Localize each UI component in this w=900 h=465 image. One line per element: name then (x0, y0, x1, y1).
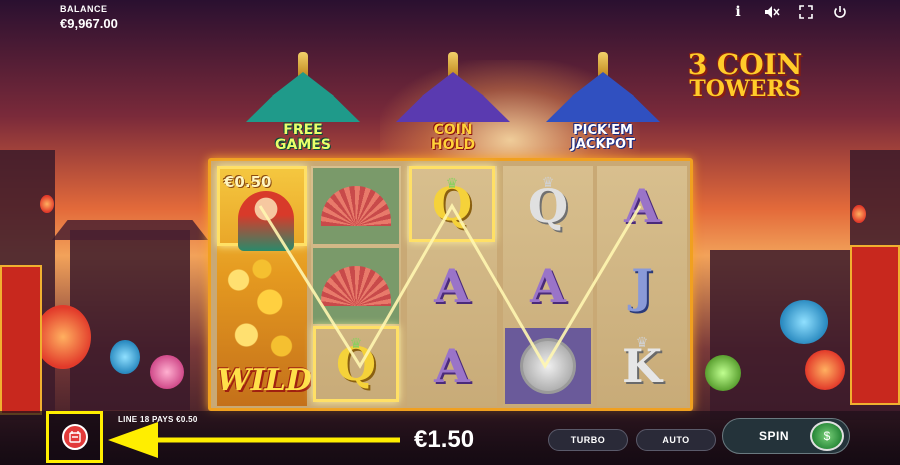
symbol-a: A (599, 168, 685, 244)
symbol-letter: A (530, 259, 566, 313)
symbol-q-silver: ♛ Q (505, 168, 591, 244)
symbol-a: A (409, 248, 495, 324)
symbol-silver-coin (505, 328, 591, 404)
lantern-icon (852, 205, 866, 223)
reel-2: ♛ Q (311, 166, 401, 406)
tower-roof-top (272, 72, 334, 96)
game-logo: 3 COIN TOWERS (680, 48, 810, 102)
symbol-fan (313, 248, 399, 324)
wild-label: WILD (217, 363, 312, 398)
tower-free-games: FREE GAMES (242, 52, 364, 162)
crown-icon: ♛ (541, 174, 555, 190)
reel-5: A J ♛ K (597, 166, 687, 406)
reel-grid: €0.50 WILD ♛ Q ♛ Q A A ♛ Q A A J ♛ K (208, 158, 693, 411)
background-pagoda-right (710, 250, 850, 420)
coin-icon (520, 338, 576, 394)
tower-plaque-pickem-jackpot: PICK'EM JACKPOT (564, 116, 642, 160)
auto-button[interactable]: AUTO (636, 429, 716, 451)
symbol-letter: J (631, 259, 653, 313)
fan-icon (321, 266, 391, 306)
win-amount: €1.50 (414, 426, 475, 453)
lantern-icon (35, 305, 91, 369)
tower-label-line2: HOLD (430, 137, 476, 153)
symbol-j: J (599, 248, 685, 324)
reel-3: ♛ Q A A (407, 166, 497, 406)
crown-icon: ♛ (635, 334, 649, 350)
reel-1-wild: €0.50 WILD (217, 166, 312, 406)
fan-icon (321, 186, 391, 226)
logo-line1: 3 COIN (687, 48, 803, 81)
banner-left (0, 265, 42, 415)
cash-stack-icon[interactable]: $ (810, 421, 844, 451)
banner-right (850, 245, 900, 405)
lantern-icon (150, 355, 184, 389)
crown-icon: ♛ (349, 335, 363, 351)
turbo-button[interactable]: TURBO (548, 429, 628, 451)
tower-roof-top (572, 72, 634, 96)
symbol-q-gold: ♛ Q (313, 326, 399, 402)
symbol-cash-god: €0.50 (217, 166, 307, 251)
symbol-a: A (409, 328, 495, 404)
lantern-icon (805, 350, 845, 390)
cash-god-figure (238, 191, 294, 251)
tower-coin-hold: COIN HOLD (392, 52, 514, 162)
tower-pickem-jackpot: PICK'EM JACKPOT (542, 52, 664, 162)
tower-plaque-free-games: FREE GAMES (264, 116, 342, 160)
symbol-letter: A (624, 179, 660, 233)
symbol-q-gold: ♛ Q (409, 166, 495, 242)
tower-label-line1: FREE (283, 122, 323, 139)
coin-stack-icon (61, 424, 88, 450)
balance-display: BALANCE €9,967.00 (60, 4, 118, 31)
logo-line2: TOWERS (689, 75, 801, 102)
symbol-k: ♛ K (599, 328, 685, 404)
background-pagoda-left-roof (52, 220, 208, 240)
lantern-icon (110, 340, 140, 374)
tower-label-line2: GAMES (275, 137, 331, 153)
lantern-icon (40, 195, 54, 213)
lantern-icon (705, 355, 741, 391)
power-icon[interactable] (830, 3, 850, 21)
balance-value: €9,967.00 (60, 16, 118, 31)
symbol-letter: A (434, 259, 470, 313)
top-toolbar: i (728, 3, 850, 21)
fullscreen-icon[interactable] (796, 3, 816, 21)
gold-coins-pile (223, 258, 301, 368)
line-win-info: LINE 18 PAYS €0.50 (118, 415, 198, 424)
cash-value-badge: €0.50 (224, 173, 272, 191)
symbol-fan (313, 168, 399, 244)
spin-label: SPIN (759, 429, 790, 443)
sound-muted-icon[interactable] (762, 3, 782, 21)
tower-roof-top (422, 72, 484, 96)
tower-label-line1: PICK'EM (573, 123, 633, 139)
tower-label-line1: COIN (433, 122, 473, 139)
symbol-letter: A (434, 339, 470, 393)
reel-4: ♛ Q A (503, 166, 593, 406)
crown-icon: ♛ (445, 175, 459, 191)
tower-label-line2: JACKPOT (571, 137, 635, 152)
balance-label: BALANCE (60, 4, 108, 14)
info-icon[interactable]: i (728, 3, 748, 21)
symbol-a: A (505, 248, 591, 324)
bet-settings-button[interactable] (46, 411, 103, 463)
tower-plaque-coin-hold: COIN HOLD (414, 116, 492, 160)
lantern-icon (780, 300, 828, 344)
